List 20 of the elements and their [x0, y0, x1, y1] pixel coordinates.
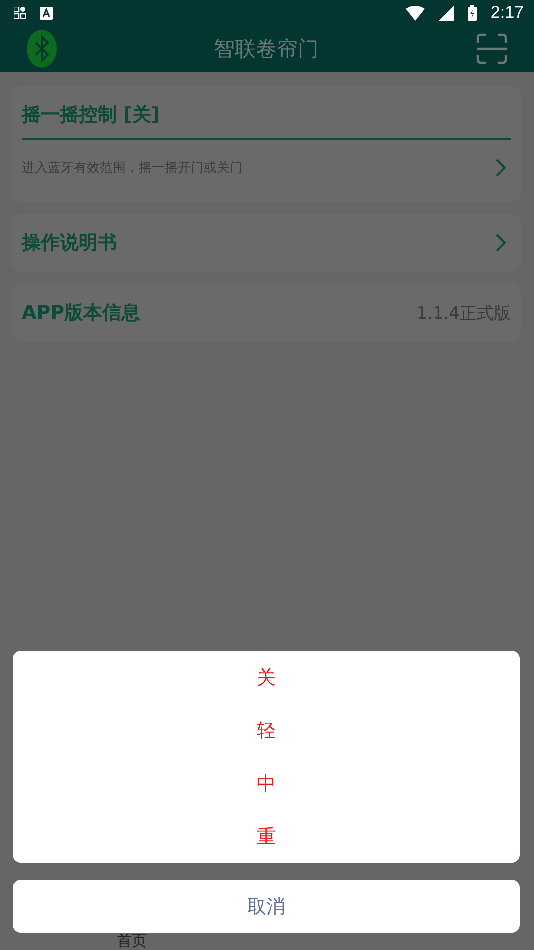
- bluetooth-icon[interactable]: [27, 30, 57, 68]
- keyboard-icon: [40, 6, 53, 20]
- app-title: 智联卷帘门: [214, 36, 319, 63]
- wifi-icon: [406, 6, 425, 20]
- apps-icon: [14, 7, 26, 19]
- card-title: 操作说明书: [22, 231, 117, 256]
- option-button[interactable]: 轻: [13, 704, 520, 757]
- chevron-right-icon: [495, 233, 507, 253]
- battery-icon: [468, 5, 477, 21]
- card-title: 摇一摇控制 [关]: [22, 103, 160, 128]
- status-time: 2:17: [490, 3, 524, 23]
- chevron-right-icon: [495, 158, 507, 178]
- option-button[interactable]: 重: [13, 810, 520, 863]
- option-button[interactable]: 关: [13, 651, 520, 704]
- scan-icon[interactable]: [476, 33, 508, 65]
- card-title: APP版本信息: [22, 301, 141, 326]
- nav-label[interactable]: 首页: [117, 932, 147, 950]
- signal-icon: [438, 6, 454, 20]
- option-button[interactable]: 中: [13, 757, 520, 810]
- cancel-button[interactable]: 取消: [13, 880, 520, 933]
